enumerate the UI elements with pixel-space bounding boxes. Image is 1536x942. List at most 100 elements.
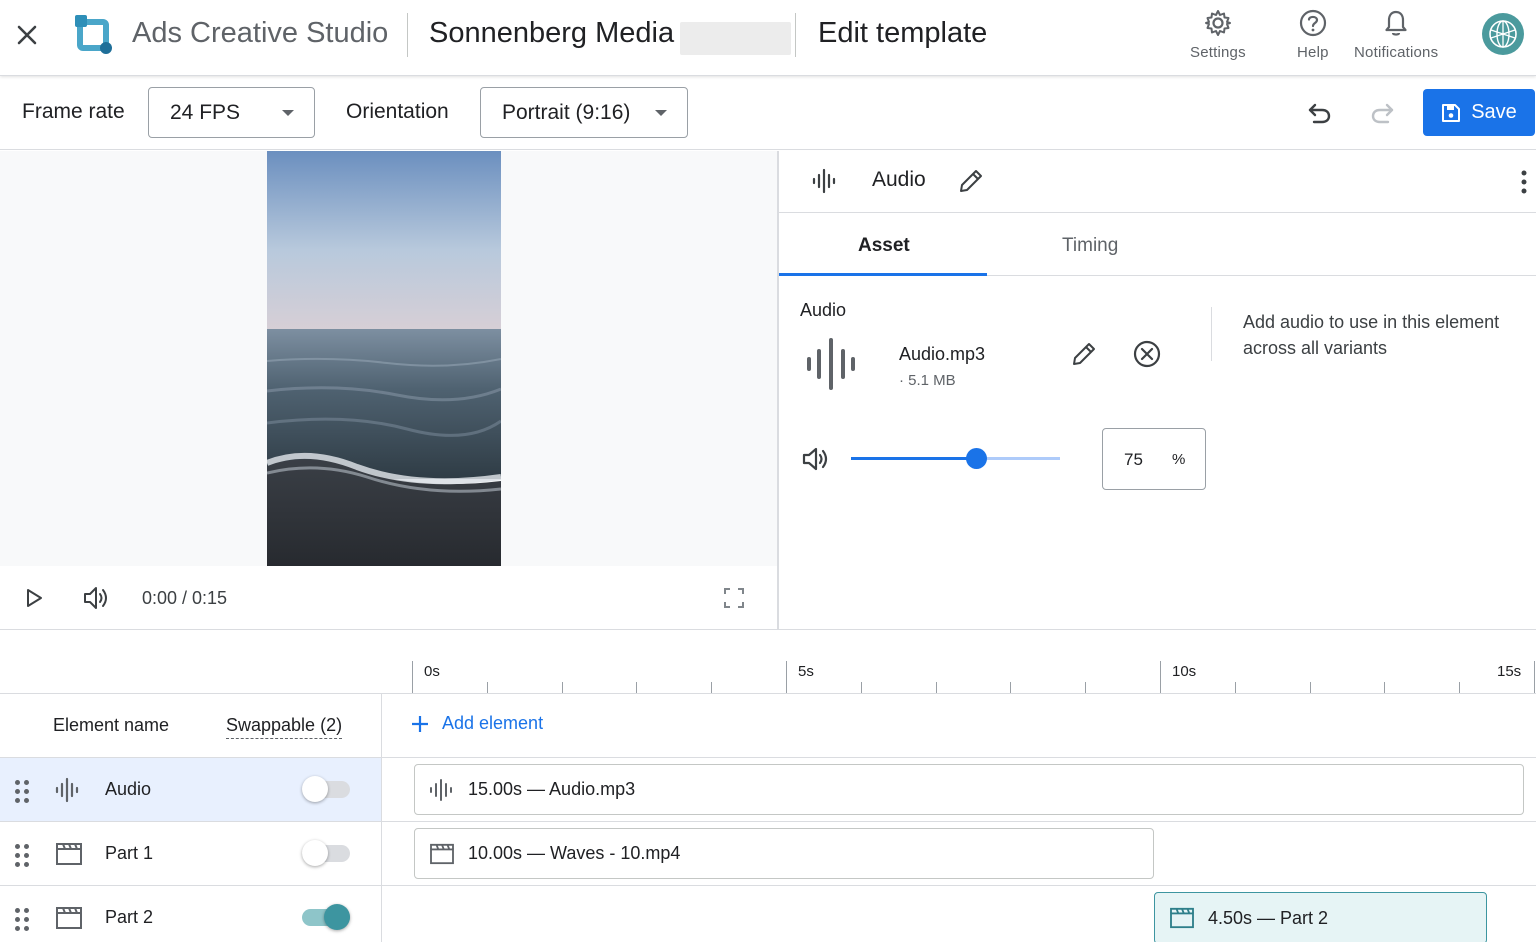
ruler-minor-tick: [711, 682, 713, 693]
player-volume-button[interactable]: [82, 585, 110, 611]
remove-audio-button[interactable]: [1133, 340, 1161, 368]
player-controls: [0, 566, 777, 629]
toggle-knob: [302, 776, 328, 802]
ruler-major-tick: [1160, 661, 1161, 693]
more-options-button[interactable]: [1519, 170, 1529, 194]
tick-label-5s: 5s: [798, 663, 814, 680]
divider: [1211, 307, 1212, 361]
swappable-toggle[interactable]: [302, 840, 350, 866]
ruler-major-tick: [1534, 661, 1535, 693]
rename-button[interactable]: [957, 167, 985, 195]
fullscreen-button[interactable]: [724, 588, 744, 608]
more-vert-icon: [1521, 170, 1527, 194]
clip-label: 10.00s — Waves - 10.mp4: [468, 843, 681, 863]
ads-creative-studio-logo-icon: [72, 12, 118, 58]
tick-label-0s: 0s: [424, 663, 440, 680]
frame-rate-select[interactable]: 24 FPS: [148, 87, 315, 138]
swappable-toggle[interactable]: [302, 776, 350, 802]
cancel-icon: [1133, 340, 1161, 368]
element-name: Part 2: [105, 907, 154, 927]
ruler-minor-tick: [561, 682, 563, 693]
clapperboard-icon: [1170, 907, 1194, 929]
ruler-minor-tick: [1309, 682, 1311, 693]
avatar[interactable]: [1482, 13, 1524, 55]
timeline-clip-audio[interactable]: 15.00s — Audio.mp3: [414, 764, 1524, 815]
timeline-clip-part-2[interactable]: 4.50s — Part 2: [1154, 892, 1487, 942]
volume-slider-thumb[interactable]: [966, 448, 987, 469]
swappable-toggle[interactable]: [302, 904, 350, 930]
playback-time: 0:00 / 0:15: [142, 588, 228, 608]
audio-file-name: Audio.mp3: [899, 344, 986, 364]
help-label: Help: [1297, 44, 1329, 61]
ruler-minor-tick: [636, 682, 638, 693]
pencil-icon: [1073, 343, 1095, 365]
element-name: Audio: [105, 779, 152, 799]
header-divider: [407, 13, 408, 57]
gear-icon: [1204, 10, 1231, 36]
pencil-icon: [960, 170, 982, 192]
play-icon: [27, 589, 42, 607]
save-icon: [1442, 103, 1461, 122]
redo-icon: [1371, 103, 1394, 124]
element-column-divider: [381, 694, 382, 942]
dropdown-arrow-icon: [655, 110, 667, 116]
drag-handle-icon[interactable]: [15, 844, 29, 867]
ocean-video-frame: [267, 151, 501, 566]
save-button[interactable]: Save: [1423, 89, 1535, 136]
drag-handle-icon[interactable]: [15, 908, 29, 931]
timeline-ruler[interactable]: [0, 630, 1536, 694]
ruler-major-tick: [786, 661, 787, 693]
add-element-button[interactable]: Add element: [410, 713, 543, 734]
account-name[interactable]: Sonnenberg Media: [429, 17, 674, 50]
audio-waveform-icon: [430, 778, 452, 801]
ruler-minor-tick: [1234, 682, 1236, 693]
tab-asset[interactable]: Asset: [858, 235, 910, 257]
clapperboard-icon: [55, 906, 83, 930]
active-tab-indicator: [779, 273, 987, 276]
clip-label: 4.50s — Part 2: [1208, 907, 1329, 928]
edit-audio-button[interactable]: [1070, 340, 1098, 368]
play-button[interactable]: [24, 588, 44, 608]
dropdown-arrow-icon: [282, 110, 294, 116]
fullscreen-icon: [724, 588, 744, 608]
video-preview[interactable]: [267, 151, 501, 566]
volume-input[interactable]: 75 %: [1102, 428, 1206, 490]
plus-icon: [412, 715, 428, 732]
header-divider: [795, 13, 796, 57]
redo-button[interactable]: [1368, 99, 1396, 127]
element-name: Part 1: [105, 843, 154, 863]
frame-rate-value: 24 FPS: [170, 100, 241, 124]
volume-value: 75: [1124, 450, 1143, 469]
clip-label: 15.00s — Audio.mp3: [468, 779, 636, 799]
timeline-clip-part-1[interactable]: 10.00s — Waves - 10.mp4: [414, 828, 1154, 879]
clapperboard-icon: [430, 843, 454, 864]
volume-icon: [801, 445, 831, 473]
avatar-globe-icon: [1489, 20, 1517, 48]
tab-timing[interactable]: Timing: [1062, 235, 1118, 257]
notifications-button[interactable]: Notifications: [1354, 8, 1438, 61]
audio-waveform-icon: [55, 777, 83, 803]
audio-section-label: Audio: [800, 300, 847, 320]
add-element-label: Add element: [442, 713, 544, 733]
drag-handle-icon[interactable]: [15, 780, 29, 803]
orientation-label: Orientation: [346, 100, 449, 123]
app-title: Ads Creative Studio: [132, 17, 389, 49]
save-label: Save: [1471, 101, 1517, 123]
close-icon[interactable]: [16, 24, 38, 46]
ruler-minor-tick: [1459, 682, 1461, 693]
audio-file-icon: [805, 337, 857, 391]
swappable-header[interactable]: Swappable (2): [226, 715, 343, 739]
notifications-label: Notifications: [1354, 44, 1439, 61]
settings-label: Settings: [1190, 44, 1246, 61]
volume-unit: %: [1172, 451, 1186, 468]
redacted-account-id: [680, 22, 791, 55]
page-title: Edit template: [818, 17, 988, 49]
undo-button[interactable]: [1306, 99, 1334, 127]
ruler-major-tick: [412, 661, 413, 693]
settings-button[interactable]: Settings: [1190, 8, 1246, 61]
tick-label-10s: 10s: [1172, 663, 1197, 680]
help-button[interactable]: Help: [1297, 8, 1329, 61]
orientation-select[interactable]: Portrait (9:16): [480, 87, 688, 138]
volume-icon: [84, 587, 107, 609]
ruler-minor-tick: [860, 682, 862, 693]
